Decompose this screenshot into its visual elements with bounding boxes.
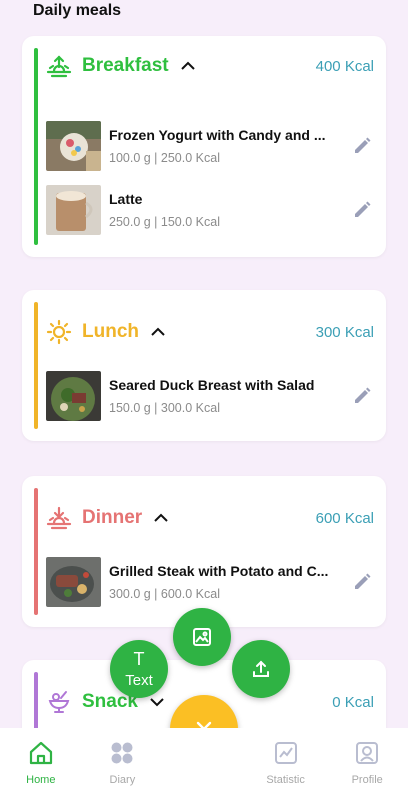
meal-name: Lunch [82, 321, 139, 342]
food-name: Latte [109, 191, 143, 207]
chevron-up-icon[interactable] [152, 509, 170, 527]
food-meta: 250.0 g | 150.0 Kcal [109, 215, 220, 229]
nav-label: Profile [351, 774, 383, 786]
meal-card-breakfast: Breakfast 400 Kcal Frozen Yogurt with Ca… [22, 36, 386, 257]
edit-icon[interactable] [352, 386, 372, 406]
add-image-button[interactable] [173, 608, 231, 666]
chevron-down-icon[interactable] [148, 693, 166, 711]
text-icon: T [133, 648, 145, 669]
profile-icon [354, 740, 380, 766]
chart-icon [273, 740, 299, 766]
food-name: Seared Duck Breast with Salad [109, 377, 315, 393]
nav-label: Statistic [266, 774, 305, 786]
food-name: Frozen Yogurt with Candy and ... [109, 127, 326, 143]
meal-name: Breakfast [82, 55, 169, 76]
page-title: Daily meals [33, 2, 122, 19]
nav-profile[interactable]: Profile [326, 728, 408, 800]
meal-header[interactable]: Breakfast 400 Kcal [46, 36, 374, 96]
image-icon [191, 626, 213, 648]
meal-card-lunch: Lunch 300 Kcal Seared Duck Breast with S… [22, 290, 386, 441]
food-item[interactable]: Frozen Yogurt with Candy and ... 100.0 g… [46, 114, 372, 178]
frozen-yogurt-photo [46, 121, 101, 171]
food-meta: 100.0 g | 250.0 Kcal [109, 151, 220, 165]
meal-header[interactable]: Dinner 600 Kcal [46, 476, 374, 560]
meal-kcal: 0 Kcal [332, 693, 374, 711]
upload-button[interactable] [232, 640, 290, 698]
meal-header[interactable]: Lunch 300 Kcal [46, 290, 374, 374]
grid-icon [109, 740, 135, 766]
upload-icon [250, 658, 272, 680]
sunrise-icon [46, 53, 72, 79]
meal-name: Dinner [82, 507, 143, 528]
meal-color-bar [34, 302, 38, 429]
edit-icon[interactable] [352, 572, 372, 592]
food-item[interactable]: Latte 250.0 g | 150.0 Kcal [46, 178, 372, 242]
edit-icon[interactable] [352, 136, 372, 156]
meal-kcal: 600 Kcal [315, 509, 374, 527]
food-meta: 150.0 g | 300.0 Kcal [109, 401, 220, 415]
home-icon [28, 740, 54, 766]
nav-diary[interactable]: Diary [82, 728, 164, 800]
sunset-icon [46, 505, 72, 531]
ice-cream-icon [46, 689, 72, 715]
meal-card-dinner: Dinner 600 Kcal Grilled Steak with Potat… [22, 476, 386, 627]
meal-color-bar [34, 48, 38, 245]
meal-kcal: 300 Kcal [315, 323, 374, 341]
food-meta: 300.0 g | 600.0 Kcal [109, 587, 220, 601]
chevron-up-icon[interactable] [179, 57, 197, 75]
meal-kcal: 400 Kcal [315, 57, 374, 75]
nav-statistic[interactable]: Statistic [245, 728, 327, 800]
food-item[interactable]: Seared Duck Breast with Salad 150.0 g | … [46, 364, 372, 428]
food-item[interactable]: Grilled Steak with Potato and C... 300.0… [46, 550, 372, 614]
duck-salad-photo [46, 371, 101, 421]
nav-label: Diary [109, 774, 136, 786]
nav-home[interactable]: Home [0, 728, 82, 800]
steak-photo [46, 557, 101, 607]
chevron-up-icon[interactable] [149, 323, 167, 341]
food-name: Grilled Steak with Potato and C... [109, 563, 329, 579]
bottom-nav: Home Diary Statistic Profile [0, 728, 408, 800]
sun-icon [46, 319, 72, 345]
edit-icon[interactable] [352, 200, 372, 220]
meal-color-bar [34, 488, 38, 615]
nav-label: Home [26, 774, 56, 786]
add-text-button[interactable]: T Text [110, 640, 168, 698]
latte-photo [46, 185, 101, 235]
add-text-label: Text [125, 671, 153, 689]
